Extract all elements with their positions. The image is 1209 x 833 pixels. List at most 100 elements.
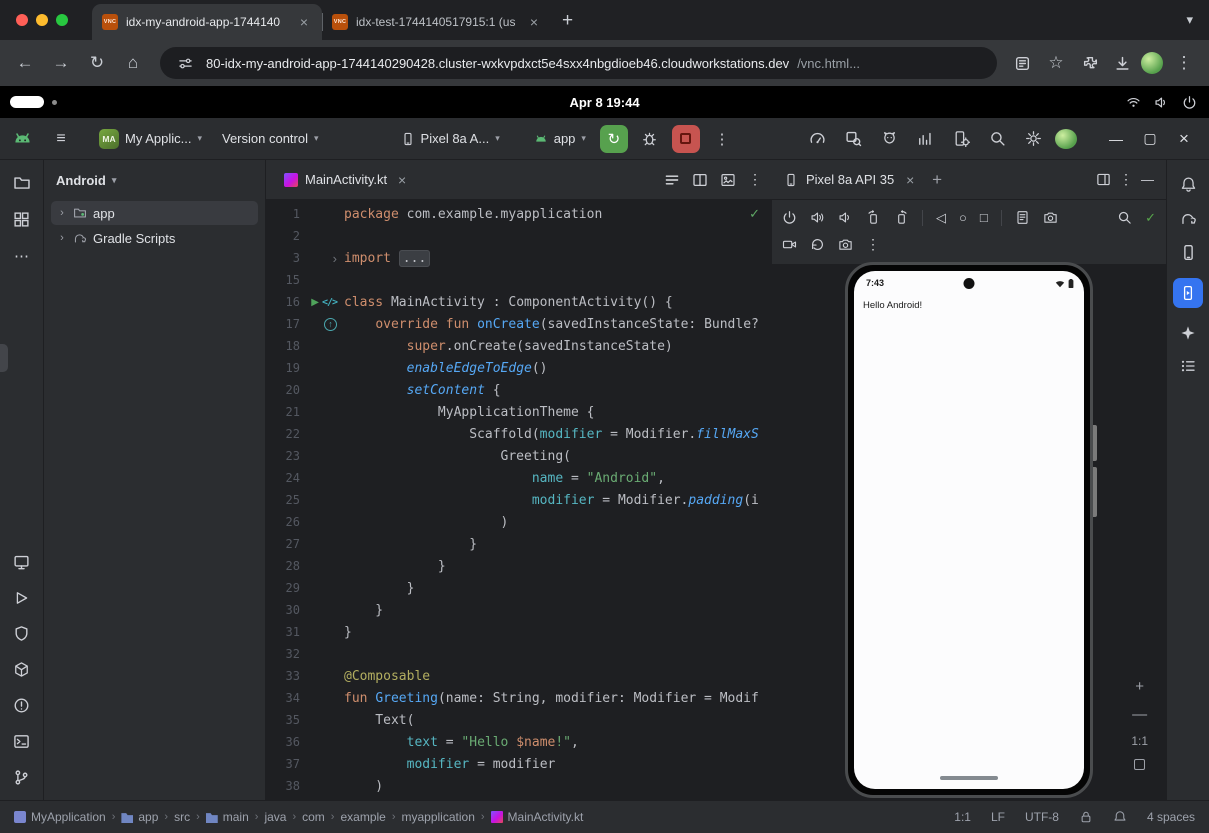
rerun-button[interactable]: ↻ — [600, 125, 628, 153]
problems-tool-icon[interactable] — [13, 697, 30, 714]
screen-record-icon[interactable] — [782, 237, 797, 252]
android-overview-button[interactable]: □ — [980, 210, 988, 225]
panel-layout-icon[interactable] — [1096, 172, 1111, 187]
caret-position-widget[interactable]: 1:1 — [954, 810, 971, 824]
screen-search-icon[interactable] — [1117, 210, 1132, 225]
logcat-icon[interactable] — [875, 125, 903, 153]
logcat-tool-icon[interactable] — [13, 661, 30, 678]
browser-menu-icon[interactable]: ⋮ — [1169, 48, 1199, 78]
add-device-tab-button[interactable]: + — [932, 170, 942, 190]
device-manager-icon[interactable] — [947, 125, 975, 153]
device-explorer-icon[interactable] — [13, 554, 30, 571]
expand-chevron-icon[interactable]: › — [57, 232, 67, 244]
zoom-level-label[interactable]: 1:1 — [1131, 734, 1148, 748]
minimize-window-icon[interactable]: — — [1103, 131, 1129, 147]
resource-manager-icon[interactable] — [13, 211, 30, 228]
zoom-fit-button[interactable] — [1134, 759, 1145, 770]
android-home-button[interactable]: ○ — [959, 210, 967, 225]
notifications-bell-icon[interactable] — [1180, 176, 1197, 193]
browser-tab-active[interactable]: VNC idx-my-android-app-1744140 × — [92, 4, 322, 40]
camera-icon[interactable] — [1043, 210, 1058, 225]
project-view-selector[interactable]: Android ▾ — [44, 160, 265, 200]
gemini-icon[interactable] — [1180, 325, 1196, 341]
gesture-pill[interactable] — [940, 776, 998, 780]
rotate-right-icon[interactable] — [894, 210, 909, 225]
inspections-ok-icon[interactable]: ✓ — [749, 206, 760, 222]
zoom-out-button[interactable]: — — [1132, 706, 1147, 723]
android-back-button[interactable]: ◁ — [936, 210, 946, 226]
bookmark-star-icon[interactable]: ☆ — [1041, 48, 1071, 78]
breadcrumb-item[interactable]: com — [302, 810, 325, 824]
compose-gutter-icon[interactable]: </> — [322, 297, 337, 308]
main-menu-icon[interactable]: ≡ — [47, 125, 75, 153]
tab-close-icon[interactable]: × — [526, 14, 542, 30]
screenshot-icon[interactable] — [1015, 210, 1030, 225]
restore-window-icon[interactable]: ▢ — [1137, 130, 1163, 147]
code-editor[interactable]: 1package com.example.myapplication23›imp… — [266, 200, 772, 800]
downloads-icon[interactable] — [1109, 55, 1135, 72]
workspace-indicator[interactable] — [10, 96, 44, 108]
code-view-icon[interactable] — [664, 172, 680, 188]
breadcrumb-item[interactable]: main — [206, 810, 249, 824]
emulator-screen[interactable]: 7:43 Hello Android! — [854, 271, 1084, 789]
home-button[interactable]: ⌂ — [118, 48, 148, 78]
device-selector[interactable]: Pixel 8a A... ▾ — [395, 127, 506, 150]
more-actions-icon[interactable]: ⋮ — [708, 125, 736, 153]
macos-fullscreen-button[interactable] — [56, 14, 68, 26]
breadcrumb-item[interactable]: MyApplication — [14, 810, 106, 824]
user-avatar[interactable] — [1055, 129, 1077, 149]
address-bar[interactable]: 80-idx-my-android-app-1744140290428.clus… — [160, 47, 997, 79]
structure-tool-icon[interactable] — [1180, 358, 1196, 374]
run-tool-icon[interactable] — [14, 590, 30, 606]
run-config-selector[interactable]: app ▾ — [528, 127, 592, 150]
tab-close-icon[interactable]: × — [296, 14, 312, 30]
terminal-tool-icon[interactable] — [13, 733, 30, 750]
site-info-icon[interactable] — [172, 56, 198, 71]
readonly-lock-icon[interactable] — [1079, 810, 1093, 824]
take-screenshot-icon[interactable] — [838, 237, 853, 252]
device-tab-close-icon[interactable]: × — [902, 172, 918, 188]
more-tool-windows-icon[interactable]: ⋯ — [14, 247, 29, 265]
device-more-icon[interactable]: ⋮ — [866, 236, 880, 253]
macos-close-button[interactable] — [16, 14, 28, 26]
settings-icon[interactable] — [1019, 125, 1047, 153]
tab-close-icon[interactable]: × — [394, 172, 410, 188]
breadcrumb-item[interactable]: MainActivity.kt — [491, 810, 584, 824]
device-manager-tool-icon[interactable] — [1180, 244, 1197, 261]
override-gutter-icon[interactable]: ↑ — [324, 318, 337, 331]
design-view-icon[interactable] — [720, 172, 736, 188]
reading-list-icon[interactable] — [1009, 55, 1035, 72]
snapshot-restore-icon[interactable] — [810, 237, 825, 252]
breadcrumb-item[interactable]: example — [340, 810, 385, 824]
version-control-tool-icon[interactable] — [13, 769, 30, 786]
tree-item-gradle-scripts[interactable]: › Gradle Scripts — [51, 226, 258, 250]
split-view-icon[interactable] — [692, 172, 708, 188]
close-window-icon[interactable]: × — [1171, 129, 1197, 149]
browser-tab-inactive[interactable]: VNC idx-test-1744140517915:1 (us × — [322, 4, 552, 40]
tree-item-app[interactable]: › app — [51, 201, 258, 225]
expand-chevron-icon[interactable]: › — [57, 207, 67, 219]
encoding-widget[interactable]: UTF-8 — [1025, 810, 1059, 824]
breadcrumb-item[interactable]: java — [264, 810, 286, 824]
desktop-clock[interactable]: Apr 8 19:44 — [569, 95, 639, 110]
device-power-icon[interactable] — [782, 210, 797, 225]
macos-minimize-button[interactable] — [36, 14, 48, 26]
new-tab-button[interactable]: + — [562, 10, 573, 32]
app-quality-insights-icon[interactable] — [911, 125, 939, 153]
rotate-left-icon[interactable] — [866, 210, 881, 225]
running-devices-tool-icon[interactable] — [1173, 278, 1203, 308]
editor-tab-mainactivity[interactable]: MainActivity.kt × — [276, 160, 418, 199]
workspace-dot[interactable] — [52, 100, 57, 105]
search-everywhere-icon[interactable] — [983, 125, 1011, 153]
breadcrumb-item[interactable]: app — [121, 810, 158, 824]
stop-button[interactable] — [672, 125, 700, 153]
gradle-tool-icon[interactable] — [1180, 210, 1197, 227]
hide-panel-icon[interactable]: — — [1141, 172, 1154, 187]
breadcrumb-item[interactable]: src — [174, 810, 190, 824]
extensions-icon[interactable] — [1077, 55, 1103, 72]
tab-search-button[interactable]: ▾ — [1186, 12, 1193, 28]
fold-chevron-icon[interactable]: › — [333, 251, 337, 266]
editor-more-icon[interactable]: ⋮ — [748, 171, 762, 188]
device-tab-label[interactable]: Pixel 8a API 35 — [806, 172, 894, 187]
volume-up-icon[interactable] — [810, 210, 825, 225]
